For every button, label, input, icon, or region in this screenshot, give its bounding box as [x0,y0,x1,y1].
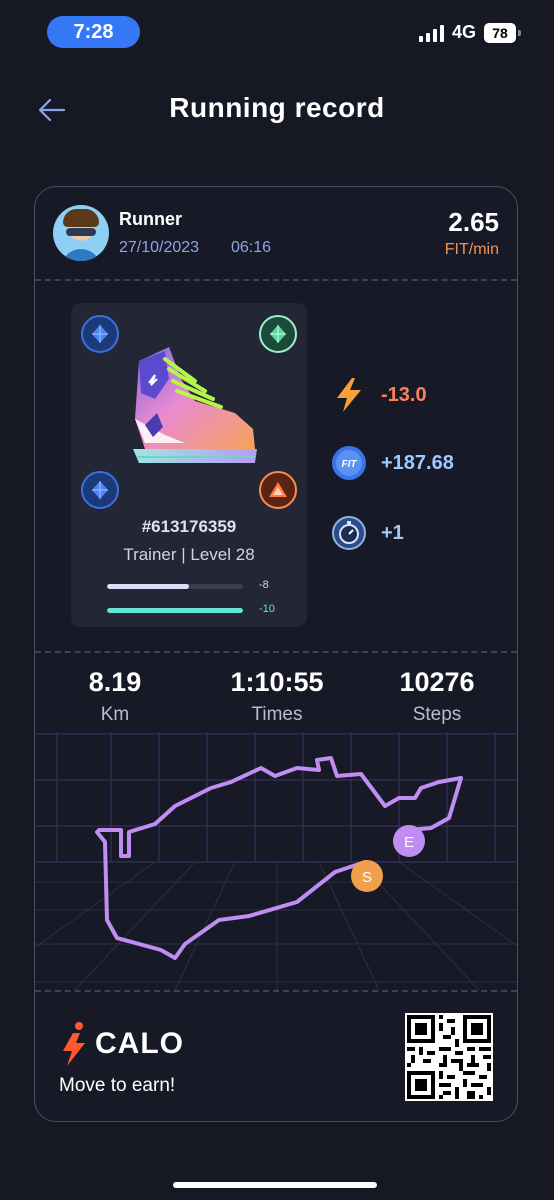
route-map: E S [35,732,517,990]
fit-coin-label: FIT [342,459,358,470]
blue-gem-icon [81,315,119,353]
divider [35,651,517,653]
signal-icon [418,24,444,42]
sneaker-id: #613176359 [141,517,237,536]
calo-logo-icon [63,1022,85,1066]
stat-steps: 10276 Steps [357,667,517,726]
page-title: Running record [169,92,385,123]
condition-bar [107,608,243,613]
energy-value: -13.0 [381,383,427,406]
avatar [53,205,109,261]
durability-change: -8 [259,579,269,591]
lightning-icon [331,377,367,413]
qr-code [405,1013,493,1101]
sneaker-panel: #613176359 Trainer | Level 28 -8 -10 [71,303,307,627]
stat-duration: 1:10:55 Times [197,667,357,726]
durability-bar [107,584,243,589]
brand-name: CALO [95,1027,184,1060]
running-record-card: Runner 27/10/2023 06:16 2.65 FIT/min #61… [34,186,518,1122]
stat-value: 8.19 [88,667,142,697]
stopwatch-token-icon [331,515,367,551]
stat-label: Times [251,704,303,725]
status-indicators: 4G 78 [418,22,521,43]
divider [35,279,517,281]
sneaker-level: Trainer | Level 28 [123,545,255,564]
stat-label: Steps [412,704,462,725]
stat-distance: 8.19 Km [35,667,195,726]
stat-value: 1:10:55 [230,667,324,697]
route-start-marker: S [362,869,372,886]
fit-value: +187.68 [381,451,454,474]
battery-icon: 78 [484,22,521,43]
sneaker-image [133,347,257,463]
stat-value: 10276 [399,667,475,697]
tagline: Move to earn! [59,1075,176,1096]
home-indicator[interactable] [173,1182,377,1188]
gem-value: +1 [381,521,404,544]
divider [35,990,517,992]
route-end-marker: E [404,834,414,851]
blue-gem-icon [81,471,119,509]
fit-rate-unit: FIT/min [444,241,499,258]
fit-reward: FIT +187.68 [331,445,454,481]
network-type: 4G [451,22,476,42]
calo-logo: CALO [59,1021,184,1067]
gem-reward: +1 [331,515,404,551]
runner-name: Runner [119,209,182,229]
fit-coin-icon: FIT [331,445,367,481]
status-time: 7:28 [47,16,140,48]
fit-rate-value: 2.65 [448,207,499,237]
condition-change: -10 [259,603,275,615]
energy-reward: -13.0 [331,377,427,413]
run-date: 27/10/2023 [119,239,200,256]
run-time: 06:16 [231,239,272,256]
stat-label: Km [100,704,130,725]
